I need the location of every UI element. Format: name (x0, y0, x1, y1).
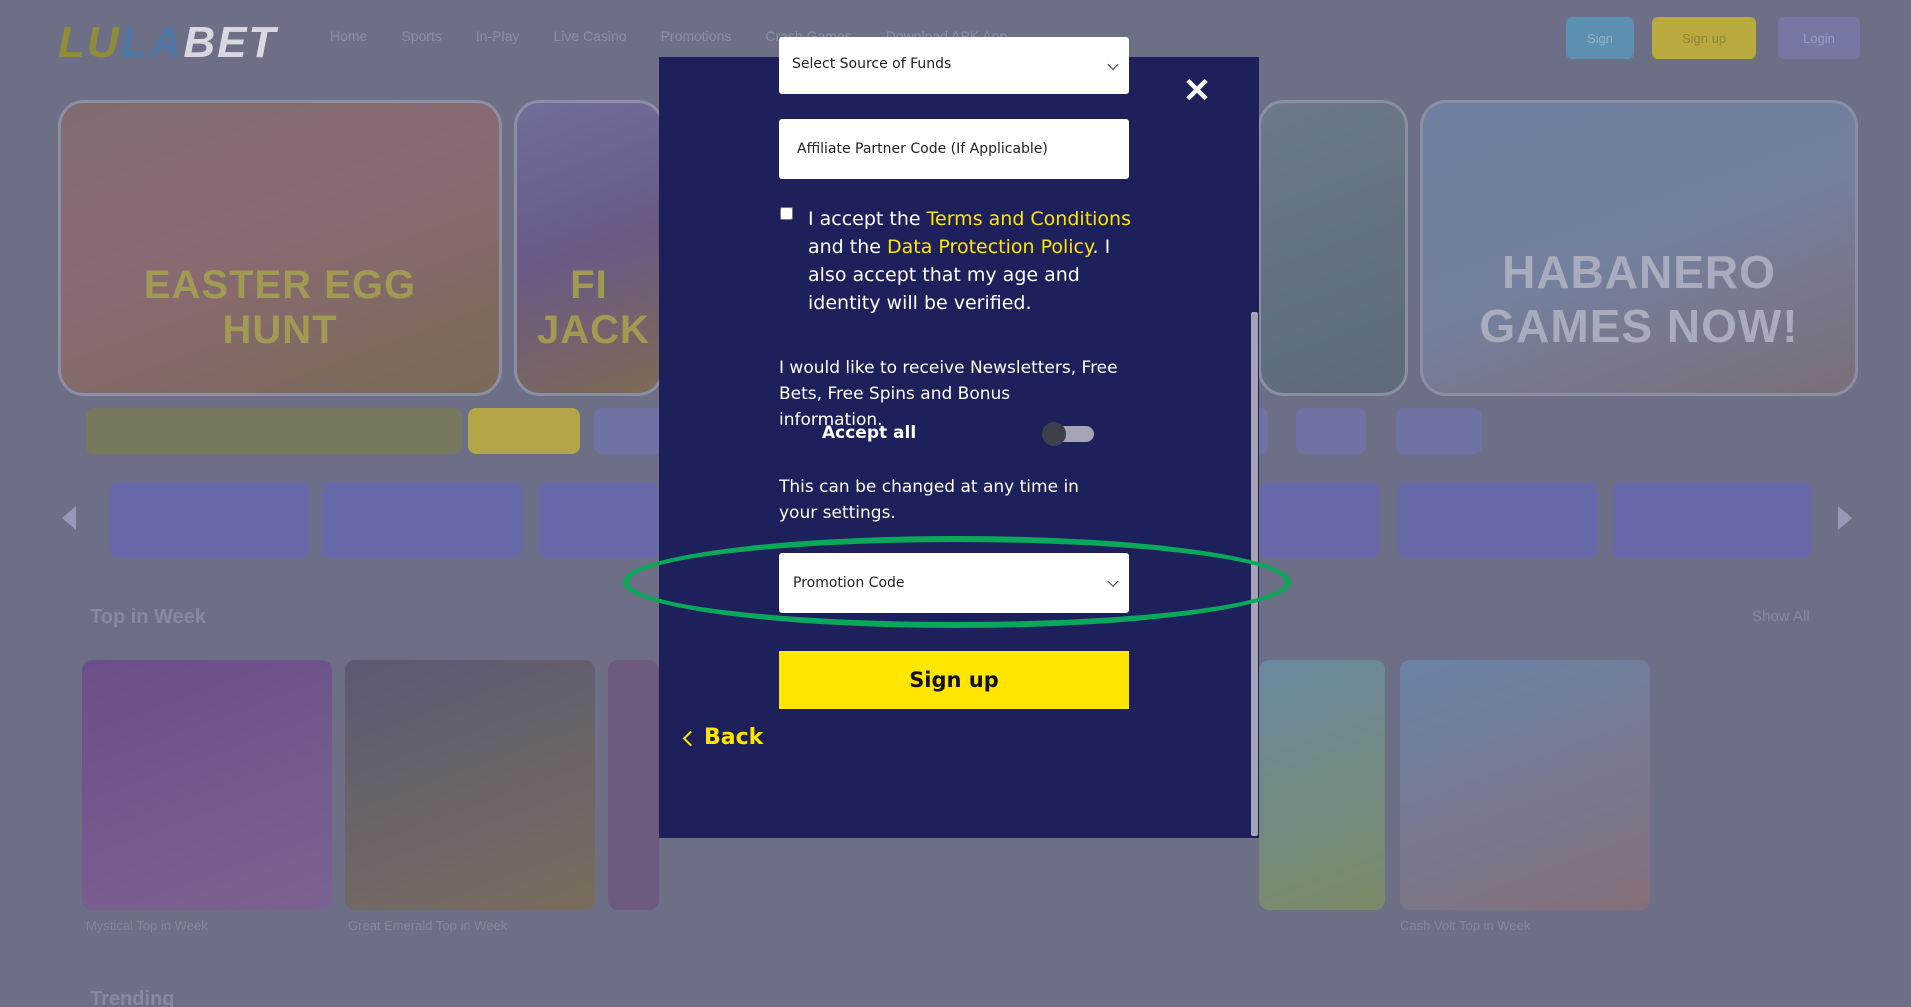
game-tile[interactable] (1259, 660, 1385, 910)
nav-item-promotions[interactable]: Promotions (661, 28, 732, 44)
promotion-code-value: Promotion Code (793, 575, 905, 591)
accept-all-label: Accept all (822, 423, 917, 443)
promo-banner-jackpot[interactable]: FI JACK (514, 100, 664, 396)
terms-and-conditions-link[interactable]: Terms and Conditions (927, 208, 1131, 230)
chevron-down-icon (1107, 58, 1119, 70)
provider-tile[interactable] (1612, 482, 1812, 558)
filter-chip[interactable] (1396, 408, 1482, 454)
game-tile[interactable] (608, 660, 659, 910)
source-of-funds-select[interactable]: Select Source of Funds (779, 37, 1129, 94)
affiliate-code-field[interactable]: Affiliate Partner Code (If Applicable) (779, 119, 1129, 179)
settings-note: This can be changed at any time in your … (779, 477, 1079, 523)
provider-tile[interactable] (110, 482, 310, 558)
game-tile[interactable] (345, 660, 595, 910)
promo-banner-3[interactable] (1258, 100, 1408, 396)
section-title: Top in Week (90, 606, 206, 628)
provider-tile[interactable] (1398, 482, 1598, 558)
provider-tile[interactable] (1260, 482, 1380, 558)
back-label: Back (704, 725, 764, 750)
nav-item-live-casino[interactable]: Live Casino (553, 28, 626, 44)
game-tile[interactable] (1400, 660, 1650, 910)
signup-button[interactable]: Sign up (779, 651, 1129, 709)
filter-chip[interactable] (594, 408, 664, 454)
provider-tile[interactable] (322, 482, 522, 558)
header-login-button[interactable]: Login (1778, 17, 1860, 59)
game-search-input[interactable] (86, 408, 462, 454)
game-search-button[interactable] (468, 408, 580, 454)
source-of-funds-value: Select Source of Funds (792, 56, 952, 72)
nav-item-home[interactable]: Home (330, 28, 367, 44)
header-signup-button[interactable]: Sign up (1652, 17, 1756, 59)
carousel-next-icon[interactable] (1838, 506, 1852, 530)
game-caption: Mystical Top in Week (86, 918, 208, 933)
section-title: Trending (90, 988, 175, 1007)
game-caption: Cash Volt Top in Week (1400, 918, 1531, 933)
game-caption: Great Emerald Top in Week (348, 918, 508, 933)
affiliate-code-placeholder: Affiliate Partner Code (If Applicable) (797, 141, 1048, 157)
close-icon[interactable]: ✕ (1182, 74, 1212, 108)
terms-checkbox[interactable] (780, 207, 793, 220)
nav-item-sports[interactable]: Sports (401, 28, 441, 44)
promotion-code-select[interactable]: Promotion Code (779, 553, 1129, 613)
back-button[interactable]: Back (682, 725, 764, 750)
accept-all-toggle[interactable] (1042, 422, 1094, 446)
data-protection-policy-link[interactable]: Data Protection Policy (887, 236, 1093, 258)
provider-tile[interactable] (538, 482, 658, 558)
carousel-prev-icon[interactable] (62, 506, 76, 530)
promo-banner-easter[interactable]: EASTER EGG HUNT (58, 100, 502, 396)
nav-item-in-play[interactable]: In-Play (476, 28, 520, 44)
chevron-left-icon (682, 730, 699, 746)
terms-text: I accept the Terms and Conditions and th… (808, 208, 1131, 314)
promo-banner-habanero[interactable]: HABANERO GAMES NOW! (1420, 100, 1858, 396)
modal-scrollbar-thumb[interactable] (1251, 312, 1258, 836)
filter-chip[interactable] (1296, 408, 1366, 454)
show-all-link[interactable]: Show All (1752, 608, 1810, 625)
chevron-down-icon (1107, 575, 1119, 588)
toggle-knob (1042, 422, 1066, 446)
header-button-1[interactable]: Sign (1566, 17, 1634, 59)
game-tile[interactable] (82, 660, 332, 910)
site-logo: LULABET (58, 18, 278, 67)
